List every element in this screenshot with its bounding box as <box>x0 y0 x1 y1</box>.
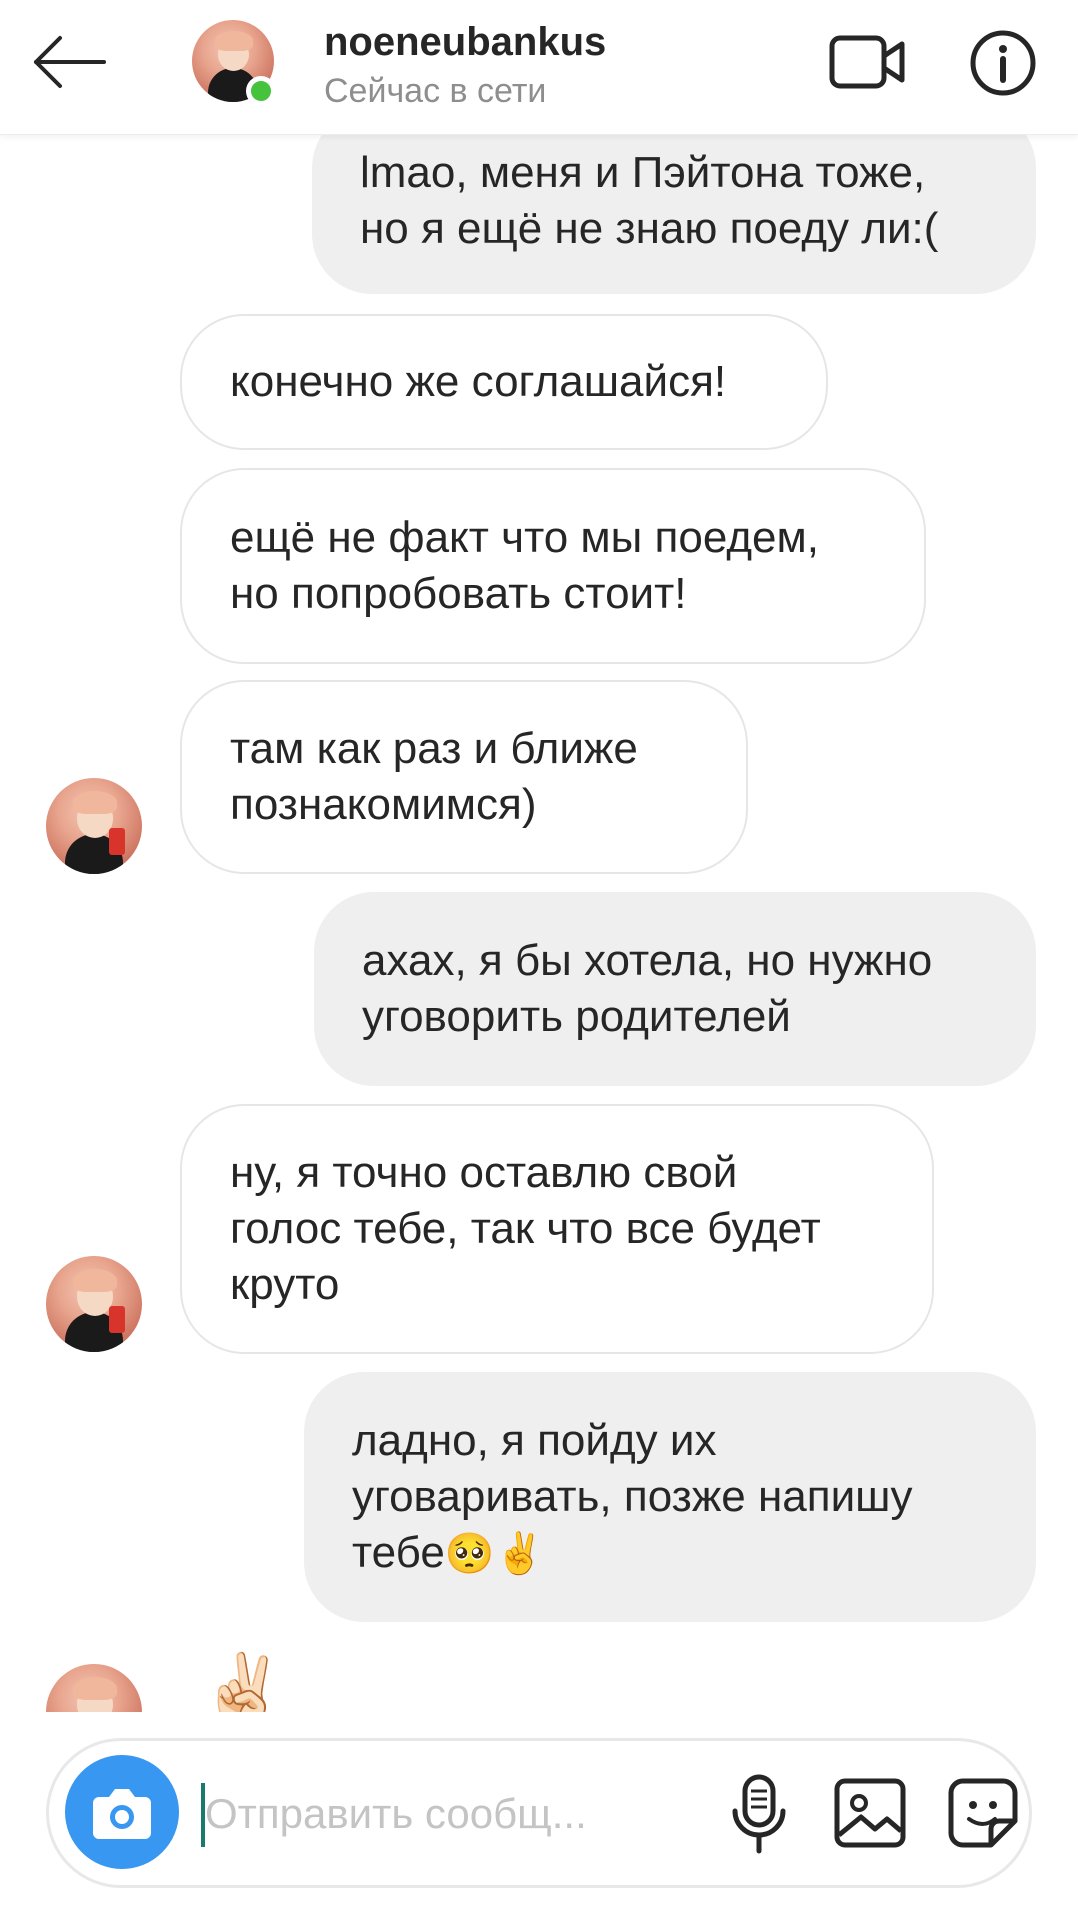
image-gallery-icon <box>834 1778 906 1848</box>
message-bubble-incoming[interactable]: там как раз и ближе познакомимся) <box>180 680 748 874</box>
peace-sign-emoji-message[interactable]: ✌🏻 <box>198 1652 288 1712</box>
gallery-button[interactable] <box>829 1771 913 1857</box>
message-input[interactable] <box>205 1771 705 1857</box>
sender-avatar[interactable] <box>46 1664 142 1712</box>
sender-avatar[interactable] <box>46 778 142 874</box>
message-thread[interactable]: lmao, меня и Пэйтона тоже, но я ещё не з… <box>0 0 1078 1712</box>
microphone-icon <box>732 1774 786 1854</box>
message-bubble-incoming[interactable]: ещё не факт что мы поедем, но попробоват… <box>180 468 926 664</box>
info-button[interactable] <box>968 28 1038 98</box>
message-text: ахах, я бы хотела, но нужно уговорить ро… <box>362 936 933 1041</box>
message-composer <box>46 1738 1032 1888</box>
camera-icon <box>93 1789 151 1839</box>
message-text: конечно же соглашайся! <box>230 357 727 406</box>
message-bubble-outgoing[interactable]: lmao, меня и Пэйтона тоже, но я ещё не з… <box>312 108 1036 294</box>
message-text: lmao, меня и Пэйтона тоже, но я ещё не з… <box>360 148 939 253</box>
chat-header: noeneubankus Сейчас в сети <box>0 0 1078 135</box>
back-button[interactable] <box>30 30 110 94</box>
sticker-icon <box>948 1778 1018 1848</box>
sticker-button[interactable] <box>941 1771 1025 1857</box>
message-text: ладно, я пойду их уговаривать, позже нап… <box>352 1415 913 1577</box>
video-call-button[interactable] <box>828 30 908 94</box>
message-bubble-outgoing[interactable]: ладно, я пойду их уговаривать, позже нап… <box>304 1372 1036 1622</box>
message-text: ну, я точно оставлю свой голос тебе, так… <box>230 1148 821 1309</box>
message-text: ещё не факт что мы поедем, но попробоват… <box>230 513 819 618</box>
contact-username[interactable]: noeneubankus <box>324 20 606 65</box>
pleading-face-peace-emoji: 🥺✌️ <box>444 1531 545 1576</box>
online-indicator <box>246 76 276 106</box>
video-camera-icon <box>829 35 905 89</box>
message-text: там как раз и ближе познакомимся) <box>230 724 638 829</box>
camera-button[interactable] <box>65 1755 179 1869</box>
message-bubble-outgoing[interactable]: ахах, я бы хотела, но нужно уговорить ро… <box>314 892 1036 1086</box>
arrow-left-icon <box>34 36 106 88</box>
presence-status: Сейчас в сети <box>324 72 547 110</box>
voice-message-button[interactable] <box>723 1771 795 1857</box>
message-bubble-incoming[interactable]: ну, я точно оставлю свой голос тебе, так… <box>180 1104 934 1354</box>
info-icon <box>970 30 1036 96</box>
message-bubble-incoming[interactable]: конечно же соглашайся! <box>180 314 828 450</box>
sender-avatar[interactable] <box>46 1256 142 1352</box>
